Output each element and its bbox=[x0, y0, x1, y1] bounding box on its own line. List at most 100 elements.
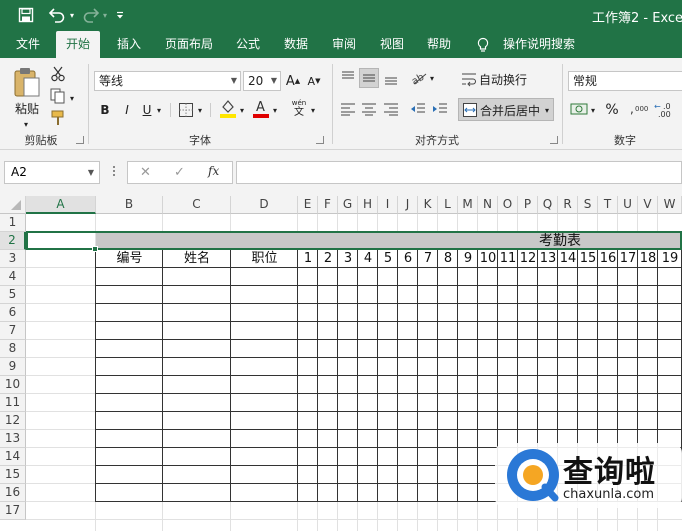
bottom-align-icon[interactable] bbox=[383, 70, 399, 86]
wrap-text-icon[interactable] bbox=[461, 71, 477, 87]
redo-dropdown-icon[interactable]: ▾ bbox=[100, 5, 110, 25]
paste-dropdown-icon[interactable]: ▾ bbox=[18, 114, 34, 134]
row-header-13[interactable]: 13 bbox=[0, 430, 26, 448]
row-header-9[interactable]: 9 bbox=[0, 358, 26, 376]
orientation-dropdown-icon[interactable]: ▾ bbox=[428, 68, 436, 88]
row-header-16[interactable]: 16 bbox=[0, 484, 26, 502]
table-header-cell[interactable]: 12 bbox=[518, 250, 538, 268]
row-header-1[interactable]: 1 bbox=[0, 214, 26, 232]
column-header-N[interactable]: N bbox=[478, 196, 498, 214]
column-header-J[interactable]: J bbox=[398, 196, 418, 214]
column-header-C[interactable]: C bbox=[163, 196, 231, 214]
column-header-P[interactable]: P bbox=[518, 196, 538, 214]
table-header-cell[interactable]: 7 bbox=[418, 250, 438, 268]
row-header-15[interactable]: 15 bbox=[0, 466, 26, 484]
row-header-11[interactable]: 11 bbox=[0, 394, 26, 412]
column-header-O[interactable]: O bbox=[498, 196, 518, 214]
font-size-combo[interactable]: 20 ▼ bbox=[243, 71, 281, 91]
row-header-12[interactable]: 12 bbox=[0, 412, 26, 430]
tab-view[interactable]: 视图 bbox=[370, 31, 414, 58]
tab-help[interactable]: 帮助 bbox=[417, 31, 461, 58]
fill-color-dropdown-icon[interactable]: ▾ bbox=[238, 100, 246, 120]
underline-dropdown-icon[interactable]: ▾ bbox=[155, 100, 163, 120]
tab-formulas[interactable]: 公式 bbox=[226, 31, 270, 58]
borders-icon[interactable] bbox=[178, 102, 194, 118]
tab-insert[interactable]: 插入 bbox=[107, 31, 151, 58]
table-header-cell[interactable]: 姓名 bbox=[163, 250, 231, 268]
table-header-cell[interactable]: 5 bbox=[378, 250, 398, 268]
cancel-icon[interactable]: ✕ bbox=[140, 165, 151, 180]
column-header-L[interactable]: L bbox=[438, 196, 458, 214]
merge-dropdown-icon[interactable]: ▾ bbox=[543, 100, 551, 120]
percent-button[interactable]: % bbox=[603, 100, 621, 120]
row-header-8[interactable]: 8 bbox=[0, 340, 26, 358]
column-header-U[interactable]: U bbox=[618, 196, 638, 214]
insert-function-icon[interactable]: fx bbox=[208, 164, 219, 178]
column-header-S[interactable]: S bbox=[578, 196, 598, 214]
wrap-text-button[interactable]: 自动换行 bbox=[479, 69, 529, 89]
font-color-dropdown-icon[interactable]: ▾ bbox=[271, 100, 279, 120]
column-header-B[interactable]: B bbox=[96, 196, 163, 214]
formula-bar-splitter[interactable] bbox=[112, 164, 116, 182]
tab-home[interactable]: 开始 bbox=[56, 31, 101, 58]
table-header-cell[interactable]: 10 bbox=[478, 250, 498, 268]
increase-font-size-icon[interactable]: A ▲ bbox=[284, 71, 302, 91]
paste-icon[interactable] bbox=[12, 66, 42, 98]
undo-dropdown-icon[interactable]: ▾ bbox=[67, 5, 77, 25]
column-header-K[interactable]: K bbox=[418, 196, 438, 214]
column-header-I[interactable]: I bbox=[378, 196, 398, 214]
column-header-G[interactable]: G bbox=[338, 196, 358, 214]
table-header-cell[interactable]: 3 bbox=[338, 250, 358, 268]
table-header-cell[interactable]: 14 bbox=[558, 250, 578, 268]
row-header-4[interactable]: 4 bbox=[0, 268, 26, 286]
cut-icon[interactable] bbox=[50, 66, 66, 82]
column-header-R[interactable]: R bbox=[558, 196, 578, 214]
tab-review[interactable]: 审阅 bbox=[322, 31, 366, 58]
column-header-H[interactable]: H bbox=[358, 196, 378, 214]
copy-dropdown-icon[interactable]: ▾ bbox=[68, 88, 76, 108]
name-box[interactable]: A2 ▼ bbox=[4, 161, 100, 184]
decrease-font-size-icon[interactable]: A ▼ bbox=[305, 71, 323, 91]
accounting-dropdown-icon[interactable]: ▾ bbox=[589, 100, 597, 120]
table-header-cell[interactable]: 19 bbox=[658, 250, 682, 268]
comma-style-icon[interactable]: , 000 bbox=[628, 102, 648, 116]
formula-input[interactable] bbox=[236, 161, 682, 184]
table-header-cell[interactable]: 9 bbox=[458, 250, 478, 268]
column-header-A[interactable]: A bbox=[26, 196, 96, 214]
column-header-T[interactable]: T bbox=[598, 196, 618, 214]
select-all-corner[interactable] bbox=[0, 196, 26, 214]
tab-data[interactable]: 数据 bbox=[274, 31, 318, 58]
column-header-V[interactable]: V bbox=[638, 196, 658, 214]
enter-icon[interactable]: ✓ bbox=[174, 165, 185, 180]
font-launcher-icon[interactable] bbox=[316, 136, 324, 144]
chevron-down-icon[interactable]: ▼ bbox=[88, 162, 94, 183]
font-name-combo[interactable]: 等线 ▼ bbox=[94, 71, 241, 91]
middle-align-button[interactable] bbox=[359, 68, 379, 88]
orientation-icon[interactable]: ab bbox=[410, 70, 428, 86]
phonetic-guide-icon[interactable]: wén 文 bbox=[289, 98, 309, 118]
increase-decimal-icon[interactable]: ← .0.00 bbox=[654, 100, 682, 118]
table-header-cell[interactable]: 职位 bbox=[231, 250, 298, 268]
tell-me-search[interactable]: 操作说明搜索 bbox=[493, 31, 585, 58]
table-header-cell[interactable]: 编号 bbox=[96, 250, 163, 268]
alignment-launcher-icon[interactable] bbox=[550, 136, 558, 144]
table-header-cell[interactable]: 6 bbox=[398, 250, 418, 268]
copy-icon[interactable] bbox=[50, 88, 68, 104]
column-header-D[interactable]: D bbox=[231, 196, 298, 214]
table-header-cell[interactable]: 17 bbox=[618, 250, 638, 268]
column-header-Q[interactable]: Q bbox=[538, 196, 558, 214]
table-header-cell[interactable]: 15 bbox=[578, 250, 598, 268]
table-header-cell[interactable]: 11 bbox=[498, 250, 518, 268]
align-left-icon[interactable] bbox=[340, 102, 356, 116]
row-header-10[interactable]: 10 bbox=[0, 376, 26, 394]
redo-icon[interactable] bbox=[81, 5, 101, 25]
clipboard-launcher-icon[interactable] bbox=[76, 136, 84, 144]
fill-color-icon[interactable] bbox=[219, 98, 237, 118]
top-align-icon[interactable] bbox=[340, 70, 356, 86]
increase-indent-icon[interactable] bbox=[432, 102, 448, 116]
row-header-2[interactable]: 2 bbox=[0, 232, 26, 250]
fill-handle[interactable] bbox=[92, 246, 98, 252]
align-center-icon[interactable] bbox=[361, 102, 377, 116]
row-header-5[interactable]: 5 bbox=[0, 286, 26, 304]
customize-icon[interactable] bbox=[113, 5, 127, 25]
